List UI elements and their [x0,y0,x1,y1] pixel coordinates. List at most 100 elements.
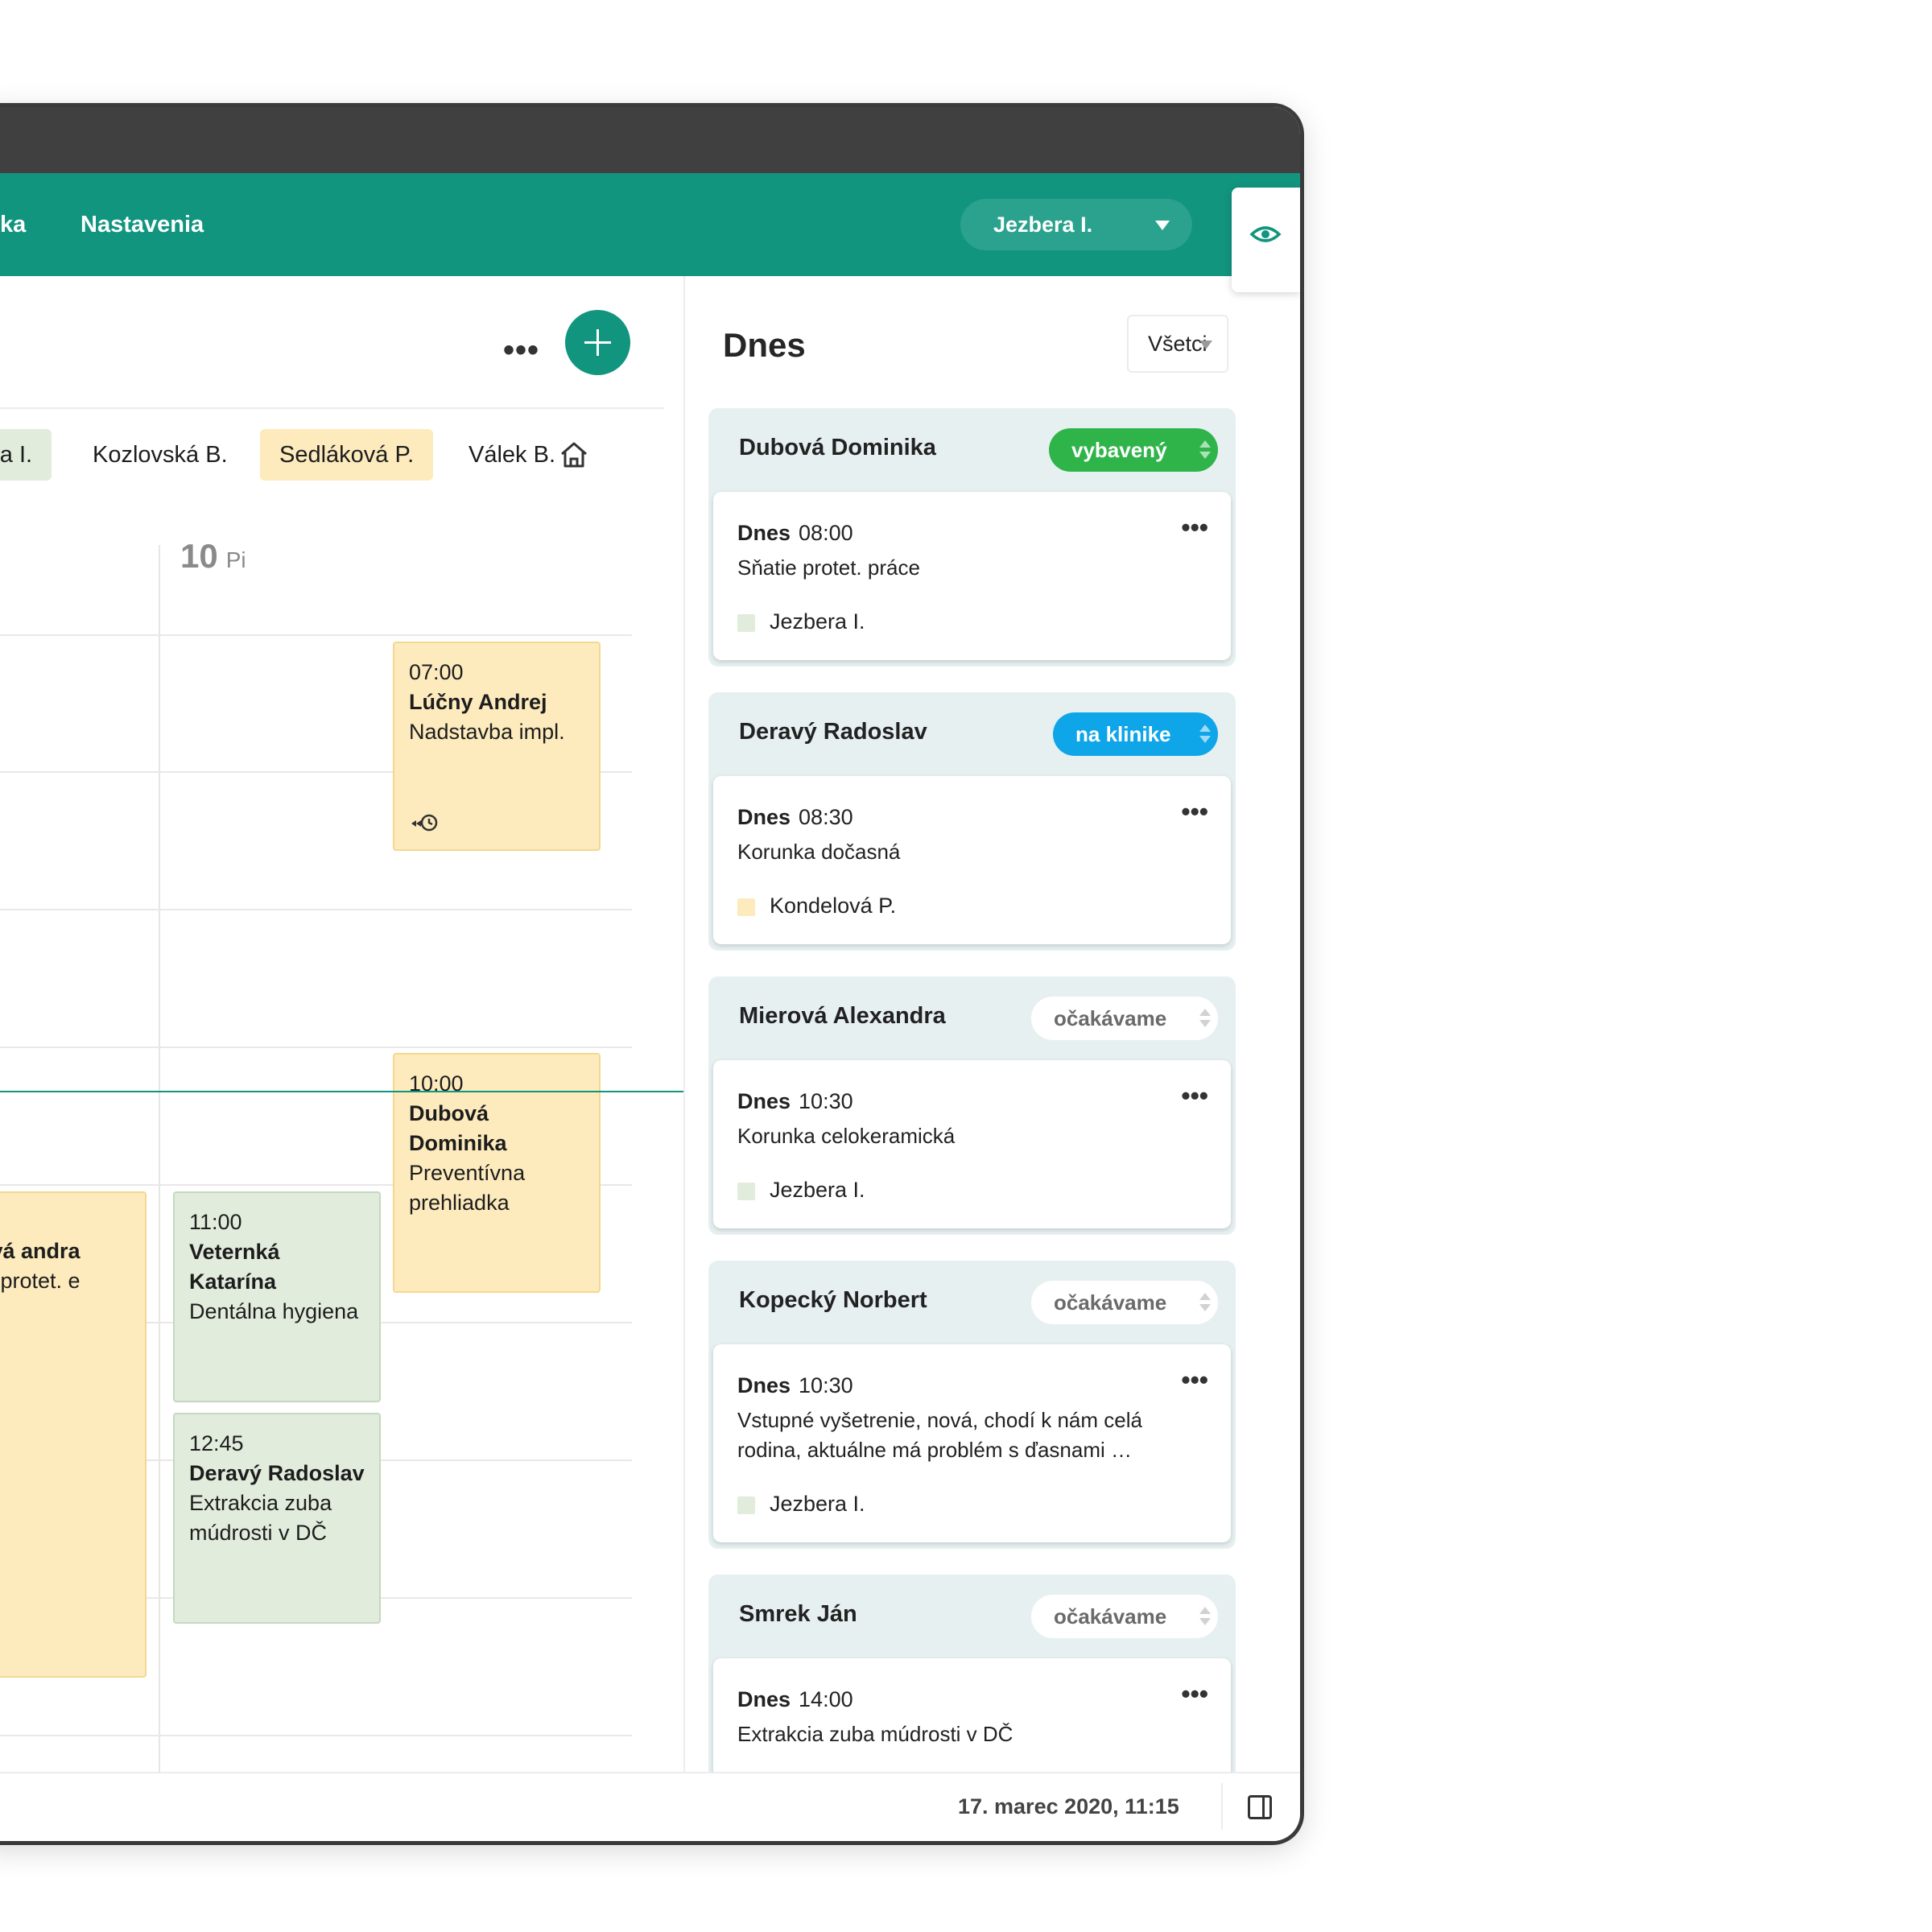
appointment-day: Dnes [737,521,791,545]
footer-separator [1221,1783,1223,1830]
nav-link-settings[interactable]: Nastavenia [80,173,204,276]
filter-select-label: Všetci [1148,332,1208,356]
appointment-card[interactable]: Dnes 10:30 Vstupné vyšetrenie, nová, chod… [713,1344,1231,1542]
divider [0,407,664,409]
appointment-time: 08:30 [799,805,853,829]
appointment-time: 08:00 [799,521,853,545]
event-time: 11:00 [189,1210,242,1234]
appointment-day: Dnes [737,1373,791,1397]
doctor-color-swatch [737,614,755,632]
home-icon[interactable] [558,439,590,471]
appointment-doctor-label: Jezbera I. [770,609,865,634]
event-patient: Veternká Katarína [189,1240,280,1294]
appointment-card[interactable]: Dnes 08:30 Korunka dočasná Kondelová P. •… [713,776,1231,944]
status-select[interactable]: očakávame [1031,997,1218,1040]
add-appointment-button[interactable] [565,310,630,375]
calendar-event[interactable]: 12:45 Deravý Radoslav Extrakcia zuba múd… [173,1413,381,1624]
appointment-day: Dnes [737,805,791,829]
day-weekday: Pi [225,547,246,572]
appointment-day: Dnes [737,1089,791,1113]
calendar-event-partial[interactable]: ová andra ie protet. e [0,1191,147,1678]
appointment-when: Dnes 10:30 [737,1089,853,1114]
more-options-button[interactable]: ••• [1181,797,1208,827]
status-select[interactable]: na klinike [1053,712,1218,756]
appointment-group: Dubová Dominika vybavený Dnes 08:00 Sňati… [708,408,1236,667]
status-label: vybavený [1071,438,1167,462]
hour-line [0,634,632,636]
more-options-button[interactable]: ••• [1181,1679,1208,1709]
panel-divider [683,276,685,1772]
recurring-history-icon [411,814,438,832]
more-options-button[interactable]: ••• [1181,1365,1208,1395]
event-description: Nadstavba impl. [409,720,565,744]
title-bar [0,107,1300,173]
appointment-card[interactable]: Dnes 08:00 Sňatie protet. práce Jezbera I… [713,492,1231,660]
more-options-button[interactable]: ••• [1181,513,1208,543]
caret-down-icon [1199,341,1212,349]
status-select[interactable]: očakávame [1031,1281,1218,1324]
app-window: ka Nastavenia Jezbera I. ••• era I. Kozl… [0,107,1300,1841]
doctor-filter-jezbera[interactable]: era I. [0,429,52,481]
calendar-event[interactable]: 10:00 Dubová Dominika Preventívna prehli… [393,1053,601,1293]
day-column-line [159,545,160,1773]
doctor-filter-valek[interactable]: Válek B. [449,429,575,481]
event-description: Preventívna prehliadka [409,1161,526,1215]
event-patient: Lúčny Andrej [409,690,547,714]
toggle-panel-icon[interactable] [1248,1795,1272,1819]
user-select[interactable]: Jezbera I. [960,199,1192,250]
appointment-description: Extrakcia zuba múdrosti v DČ [737,1722,1013,1746]
event-time: 10:00 [409,1071,464,1096]
more-options-button[interactable]: ••• [503,332,539,369]
appointment-day: Dnes [737,1687,791,1711]
appointment-when: Dnes 08:00 [737,521,853,546]
appointment-group: Deravý Radoslav na klinike Dnes 08:30 Kor… [708,692,1236,951]
appointment-doctor-label: Jezbera I. [770,1492,865,1516]
filter-select[interactable]: Všetci [1127,315,1228,373]
more-options-button[interactable]: ••• [1181,1081,1208,1111]
appointment-description: Korunka celokeramická [737,1124,956,1148]
appointment-time: 10:30 [799,1089,853,1113]
doctor-color-swatch [737,898,755,916]
appointment-description: Sňatie protet. práce [737,555,920,580]
event-patient: Dubová Dominika [409,1101,507,1155]
doctor-filter-kozlovska[interactable]: Kozlovská B. [73,429,247,481]
appointment-patient: Deravý Radoslav [739,719,927,745]
visibility-tab[interactable] [1232,188,1300,292]
hour-line [0,1046,632,1048]
calendar-event[interactable]: 07:00 Lúčny Andrej Nadstavba impl. [393,642,601,851]
panel-title: Dnes [723,326,806,364]
status-label: očakávame [1054,1006,1167,1030]
event-description: Dentálna hygiena [189,1299,359,1323]
appointment-doctor: Jezbera I. [737,1178,865,1203]
appointment-doctor: Jezbera I. [737,1492,865,1517]
event-time: 07:00 [409,660,464,684]
appointment-when: Dnes 10:30 [737,1373,853,1398]
appointment-patient: Mierová Alexandra [739,1003,946,1029]
status-label: očakávame [1054,1290,1167,1315]
doctor-color-swatch [737,1496,755,1514]
status-select[interactable]: očakávame [1031,1595,1218,1638]
appointment-time: 10:30 [799,1373,853,1397]
doctor-filter-sedlakova[interactable]: Sedláková P. [260,429,434,481]
appointment-description: Korunka dočasná [737,840,901,864]
appointment-when: Dnes 14:00 [737,1687,853,1712]
hour-line [0,909,632,910]
day-number: 10 [180,537,218,575]
day-header: 10 Pi [180,537,246,576]
event-description: Extrakcia zuba múdrosti v DČ [189,1491,332,1545]
footer-divider [0,1772,1300,1773]
appointment-group: Mierová Alexandra očakávame Dnes 10:30 Ko… [708,976,1236,1235]
appointment-patient: Dubová Dominika [739,435,936,460]
event-patient: ová andra [0,1239,80,1263]
current-time-line [0,1091,684,1092]
nav-link-partial[interactable]: ka [0,173,26,276]
calendar-event[interactable]: 11:00 Veternká Katarína Dentálna hygiena [173,1191,381,1402]
appointment-group: Kopecký Norbert očakávame Dnes 10:30 Vstu… [708,1261,1236,1549]
doctor-color-swatch [737,1183,755,1200]
status-select[interactable]: vybavený [1049,428,1218,472]
footer-datetime: 17. marec 2020, 11:15 [958,1794,1179,1818]
appointment-patient: Kopecký Norbert [739,1287,927,1313]
appointment-card[interactable]: Dnes 10:30 Korunka celokeramická Jezbera … [713,1060,1231,1228]
appointment-when: Dnes 08:30 [737,805,853,830]
appointment-patient: Smrek Ján [739,1601,857,1627]
